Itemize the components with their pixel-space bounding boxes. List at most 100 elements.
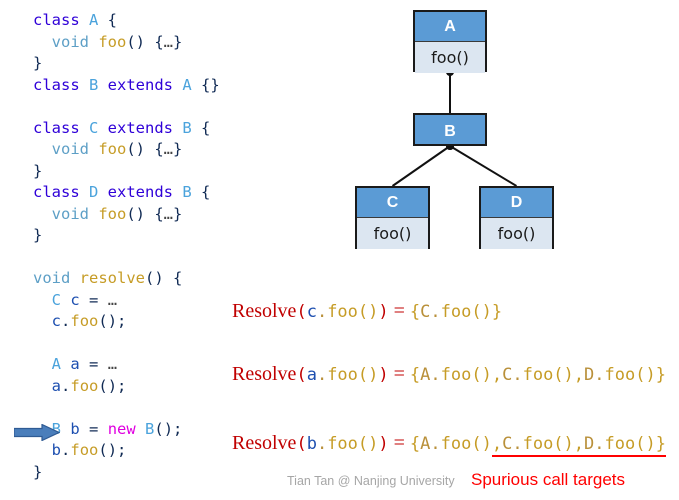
code-token: D <box>89 183 99 201</box>
code-token: void <box>51 140 99 158</box>
code-token: { <box>191 118 211 137</box>
code-token: = <box>79 355 108 373</box>
code-line: class C extends B { <box>33 118 303 140</box>
statement-pointer-arrow-icon <box>14 424 60 441</box>
code-token: class <box>33 183 89 201</box>
resolve-close-brace: } <box>491 302 503 322</box>
code-token: foo <box>98 32 127 51</box>
code-token: } <box>173 140 183 158</box>
resolve-call: foo() <box>327 365 379 385</box>
code-line: class D extends B { <box>33 182 303 204</box>
resolve-dot: . <box>430 365 441 385</box>
resolve-target-method: foo() <box>440 302 492 322</box>
resolve-target-method: foo() <box>522 434 574 454</box>
resolve-open-brace: { <box>409 434 421 454</box>
uml-class-box-b: B <box>413 113 487 146</box>
code-token: … <box>163 32 174 51</box>
resolve-comma: , <box>491 365 503 385</box>
code-line: } <box>33 53 303 75</box>
code-token: A <box>89 11 99 29</box>
code-token: a <box>70 355 80 373</box>
code-token: void <box>33 269 80 287</box>
resolve-dot: . <box>430 302 441 322</box>
code-token: (); <box>98 441 127 459</box>
code-token: () { <box>126 32 164 51</box>
code-token: B <box>145 419 155 438</box>
resolve-target-method: foo() <box>440 434 492 454</box>
resolve-target-method: foo() <box>440 365 492 385</box>
code-token: a <box>51 376 62 395</box>
resolve-c: Resolve(c.foo()) = {C.foo()} <box>232 300 502 323</box>
code-line: class B extends A {} <box>33 75 303 97</box>
resolve-open-paren: ( <box>296 434 307 454</box>
uml-class-box-d: Dfoo() <box>479 186 554 249</box>
resolve-dot: . <box>594 434 605 454</box>
code-token: … <box>107 290 118 309</box>
code-token: foo <box>70 312 99 330</box>
code-token: () { <box>126 204 164 223</box>
code-token: A <box>182 75 192 94</box>
resolve-keyword: Resolve <box>232 363 297 385</box>
code-token: . <box>61 441 71 459</box>
code-line: } <box>33 161 303 183</box>
code-token: void <box>51 32 99 51</box>
resolve-dot: . <box>316 434 328 454</box>
resolve-target-class: C <box>420 302 431 322</box>
resolve-target-class: C <box>502 365 513 385</box>
uml-class-box-c: Cfoo() <box>355 186 430 249</box>
spurious-targets-underline: ,C.foo(),D.foo()} <box>491 432 666 457</box>
resolve-receiver: b <box>306 434 317 454</box>
code-token: B <box>89 75 99 94</box>
resolve-open-paren: ( <box>296 365 307 385</box>
code-token: } <box>33 226 43 244</box>
inheritance-edge <box>391 145 451 187</box>
resolve-target-class: D <box>584 434 595 454</box>
code-token: } <box>33 462 43 481</box>
code-token: B <box>182 183 192 201</box>
uml-class-name: A <box>415 12 485 42</box>
resolve-target-class: A <box>420 434 431 454</box>
uml-class-method: foo() <box>357 218 428 249</box>
resolve-close-brace: } <box>655 434 666 454</box>
resolve-target-method: foo() <box>604 365 656 385</box>
code-line: void foo() {…} <box>33 32 303 54</box>
resolve-b: Resolve(b.foo()) = {A.foo(),C.foo(),D.fo… <box>232 432 666 457</box>
resolve-dot: . <box>512 434 523 454</box>
code-token: { <box>98 11 118 29</box>
resolve-dot: . <box>594 365 605 385</box>
resolve-close-paren: ) <box>378 302 389 322</box>
code-token: extends <box>98 183 183 201</box>
resolve-target-class: A <box>420 365 431 385</box>
resolve-target-class: C <box>502 434 513 454</box>
footer-credit: Tian Tan @ Nanjing University <box>287 474 455 488</box>
code-token: } <box>33 161 43 180</box>
spurious-call-targets-label: Spurious call targets <box>471 470 626 489</box>
resolve-comma: , <box>573 365 585 385</box>
code-listing: class A { void foo() {…}} class B extends… <box>33 10 303 483</box>
code-token: resolve <box>79 269 145 287</box>
resolve-dot: . <box>512 365 523 385</box>
code-token: void <box>51 204 99 223</box>
resolve-comma: , <box>491 434 503 454</box>
resolve-open-paren: ( <box>296 302 307 322</box>
resolve-equals: = <box>388 432 410 454</box>
code-token: . <box>61 312 71 330</box>
code-token: } <box>173 204 183 223</box>
code-token: {} <box>191 75 220 94</box>
code-line: class A { <box>33 10 303 32</box>
resolve-call: foo() <box>327 434 379 454</box>
code-token: new <box>107 419 146 438</box>
